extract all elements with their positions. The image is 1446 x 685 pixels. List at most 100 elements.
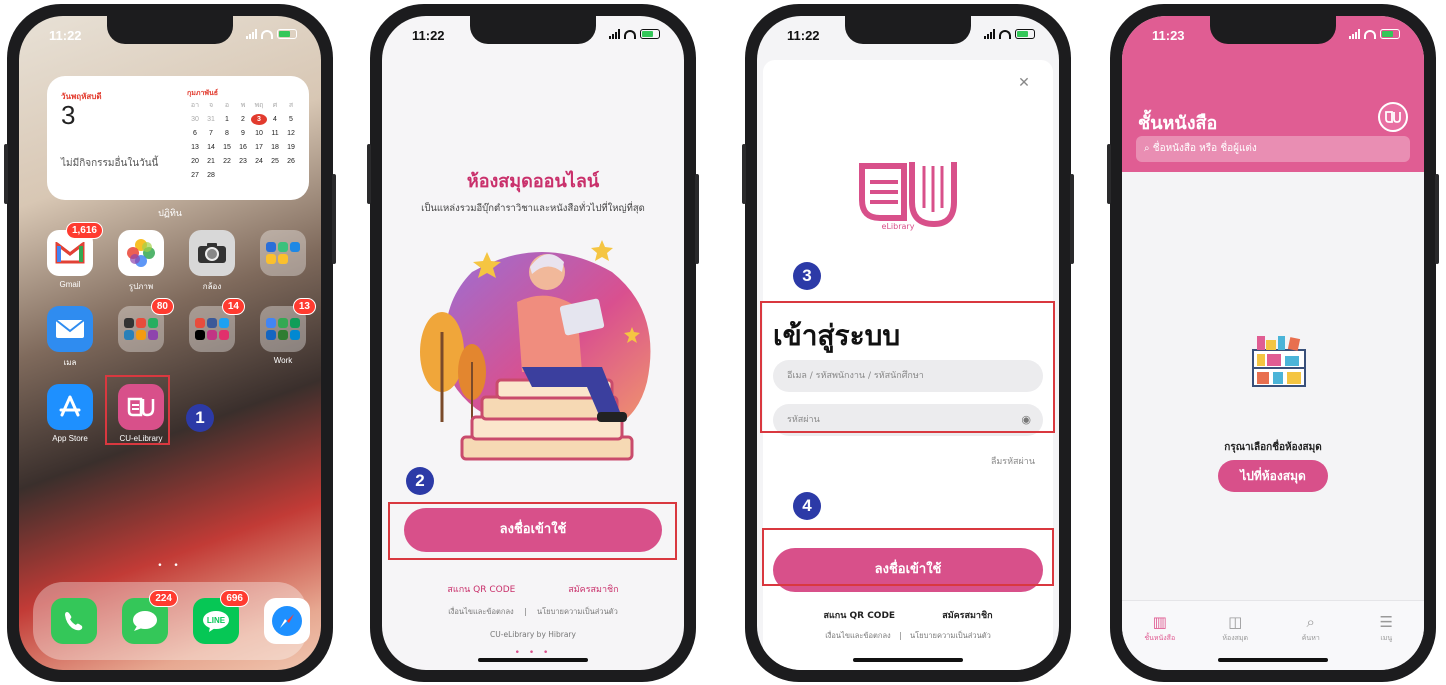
app-gmail[interactable]: 1,616 Gmail: [47, 222, 103, 289]
policy-row: เงื่อนไขและข้อตกลง | นโยบายความเป็นส่วนต…: [382, 606, 684, 618]
app-label: รูปภาพ: [128, 282, 154, 291]
forgot-password-link[interactable]: ลืมรหัสผ่าน: [991, 454, 1035, 468]
tab-menu[interactable]: ☰ เมนู: [1356, 613, 1416, 670]
calendar-day: 22: [223, 158, 231, 165]
app-badge: 80: [150, 298, 174, 315]
phone-welcome: 11:22 ห้องสมุดออนไลน์ เป็นแหล่งรวมอีบุ๊ก…: [367, 4, 699, 682]
empty-message: กรุณาเลือกชื่อห้องสมุด: [1224, 442, 1322, 453]
calendar-day: 15: [223, 144, 231, 151]
app-folder[interactable]: [260, 230, 306, 280]
calendar-day: 4: [273, 116, 277, 123]
wifi-icon: [999, 29, 1011, 39]
battery-icon: [1380, 29, 1400, 39]
widget-caption: ปฏิทิน: [158, 208, 182, 218]
menu-icon: ☰: [1379, 613, 1393, 631]
search-input[interactable]: ⌕ ชื่อหนังสือ หรือ ชื่อผู้แต่ง: [1136, 136, 1410, 162]
calendar-day: 25: [271, 158, 279, 165]
app-folder-work[interactable]: 13 Work: [260, 298, 316, 365]
battery-icon: [640, 29, 660, 39]
tab-bookshelf[interactable]: ▥ ชั้นหนังสือ: [1130, 613, 1190, 670]
phone-home-screen: 11:22 วันพฤหัสบดี 3 ไม่มีกิจกรรมอื่นในวั…: [4, 4, 336, 682]
status-icons: [984, 29, 1035, 39]
calendar-day: 6: [193, 130, 197, 137]
app-folder[interactable]: 80: [118, 298, 174, 356]
app-line[interactable]: LINE 696: [193, 590, 249, 648]
scan-qr-link[interactable]: สแกน QR CODE: [447, 585, 515, 595]
app-label: Gmail: [59, 280, 81, 289]
gmail-icon: 1,616: [47, 222, 103, 276]
terms-link[interactable]: เงื่อนไขและข้อตกลง: [825, 631, 891, 640]
app-label: Work: [273, 356, 293, 365]
calendar-day: 20: [191, 158, 199, 165]
calendar-day: 12: [287, 130, 295, 137]
app-mail[interactable]: เมล: [47, 306, 93, 369]
calendar-day: 27: [191, 172, 199, 179]
tab-label: ค้นหา: [1301, 634, 1320, 642]
privacy-link[interactable]: นโยบายความเป็นส่วนตัว: [910, 631, 991, 640]
separator: |: [899, 631, 902, 640]
signal-icon: [984, 29, 995, 39]
avatar[interactable]: [1378, 102, 1408, 132]
calendar-day: 10: [255, 130, 263, 137]
app-badge: 696: [220, 590, 249, 607]
home-screen: 11:22 วันพฤหัสบดี 3 ไม่มีกิจกรรมอื่นในวั…: [19, 16, 321, 670]
battery-icon: [1015, 29, 1035, 39]
widget-day-number: 3: [61, 100, 76, 130]
privacy-link[interactable]: นโยบายความเป็นส่วนตัว: [537, 607, 618, 616]
calendar-day: 13: [191, 144, 199, 151]
calendar-day: 16: [239, 144, 247, 151]
signal-icon: [1349, 29, 1360, 39]
safari-icon: [264, 598, 310, 644]
step-marker-4: 4: [793, 492, 821, 520]
app-photos[interactable]: รูปภาพ: [118, 230, 164, 293]
register-link[interactable]: สมัครสมาชิก: [942, 611, 992, 621]
bookshelf-icon: [1252, 336, 1306, 387]
page-subtitle: เป็นแหล่งรวมอีบุ๊กตำราวิชาและหนังสือทั่ว…: [421, 203, 645, 214]
line-icon: LINE 696: [193, 590, 249, 644]
terms-link[interactable]: เงื่อนไขและข้อตกลง: [448, 607, 514, 616]
calendar-day: 5: [289, 116, 293, 123]
app-folder[interactable]: 14: [189, 298, 245, 356]
tab-label: ชั้นหนังสือ: [1144, 634, 1176, 642]
app-app-store[interactable]: App Store: [47, 384, 93, 443]
page-title: ห้องสมุดออนไลน์: [466, 171, 600, 192]
widget-no-events: ไม่มีกิจกรรมอื่นในวันนี้: [61, 158, 159, 169]
calendar-widget[interactable]: วันพฤหัสบดี 3 ไม่มีกิจกรรมอื่นในวันนี้ ก…: [47, 76, 309, 200]
signal-icon: [246, 29, 257, 39]
app-label: App Store: [52, 434, 88, 443]
app-camera[interactable]: กล้อง: [189, 230, 235, 293]
calendar-day: 9: [241, 130, 245, 137]
calendar-day: 14: [207, 144, 215, 151]
calendar-day: 21: [207, 158, 215, 165]
app-badge: 224: [149, 590, 178, 607]
battery-icon: [277, 29, 297, 39]
close-icon[interactable]: ✕: [1015, 74, 1033, 92]
register-link[interactable]: สมัครสมาชิก: [568, 585, 618, 595]
mail-icon: [47, 306, 93, 352]
notch: [107, 16, 233, 44]
calendar-day: 17: [255, 144, 263, 151]
dock: 224 LINE 696: [33, 582, 310, 660]
highlight-box-login-submit: [762, 528, 1054, 586]
elibrary-logo: eLibrary: [757, 152, 1059, 231]
signal-icon: [609, 29, 620, 39]
calendar-weekday-label: จ: [208, 102, 214, 109]
app-messages[interactable]: 224: [122, 590, 178, 648]
status-time: 11:22: [787, 28, 820, 43]
go-to-library-button[interactable]: ไปที่ห้องสมุด: [1218, 460, 1328, 492]
calendar-weekday-label: อา: [190, 102, 200, 109]
library-icon: ◫: [1228, 613, 1243, 631]
status-icons: [246, 29, 297, 39]
app-safari[interactable]: [264, 598, 310, 648]
page-dots: • •: [157, 561, 183, 571]
footer-credit: CU-eLibrary by Hibrary: [490, 630, 576, 639]
app-phone[interactable]: [51, 598, 97, 648]
calendar-weekday-label: ส: [288, 102, 294, 109]
calendar-day: 24: [255, 158, 263, 165]
elibrary-logo-icon: [859, 162, 957, 228]
status-time: 11:22: [49, 28, 82, 43]
scan-qr-link[interactable]: สแกน QR CODE: [823, 611, 895, 621]
calendar-day: 11: [271, 130, 279, 137]
camera-icon: [189, 230, 235, 276]
policy-row: เงื่อนไขและข้อตกลง | นโยบายความเป็นส่วนต…: [757, 630, 1059, 642]
